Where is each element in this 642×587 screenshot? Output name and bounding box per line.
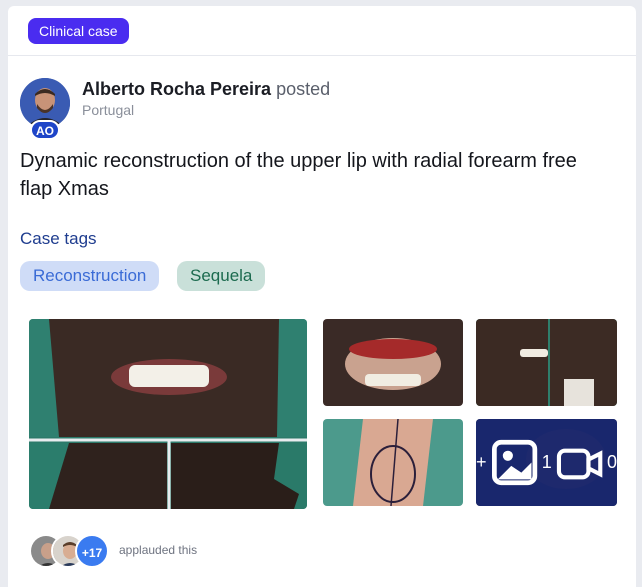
case-tags-label: Case tags (20, 229, 97, 248)
author-action: posted (276, 79, 331, 99)
more-images-prefix: + (476, 452, 487, 472)
gallery-image-2[interactable] (323, 319, 463, 406)
gallery-image-3[interactable] (476, 319, 617, 406)
more-images-count: 1 (541, 452, 552, 472)
tag-reconstruction[interactable]: Reconstruction (20, 261, 160, 291)
author-line: Alberto Rocha Pereira posted (82, 79, 330, 100)
post-type-badge[interactable]: Clinical case (28, 18, 129, 44)
video-icon (556, 448, 603, 480)
avatar-badge: AO (30, 120, 60, 140)
author-country: Portugal (82, 102, 135, 118)
tag-sequela[interactable]: Sequela (177, 261, 266, 291)
card-header: Clinical case (8, 6, 636, 56)
more-videos-count: 0 (606, 452, 617, 472)
more-media-overlay: + 1 0 (476, 419, 617, 506)
author-name[interactable]: Alberto Rocha Pereira (82, 79, 271, 99)
gallery-image-main[interactable] (29, 319, 307, 509)
gallery-image-4[interactable] (323, 419, 463, 506)
applause-extra-count[interactable]: +17 (75, 534, 109, 568)
author-block: AO Alberto Rocha Pereira posted Portugal (20, 76, 580, 140)
applause-row[interactable]: +17 applauded this (20, 532, 420, 570)
post-title[interactable]: Dynamic reconstruction of the upper lip … (20, 147, 610, 203)
image-icon (491, 439, 537, 486)
applause-text: applauded this (119, 543, 198, 557)
gallery-image-more[interactable]: + 1 0 (476, 419, 617, 506)
